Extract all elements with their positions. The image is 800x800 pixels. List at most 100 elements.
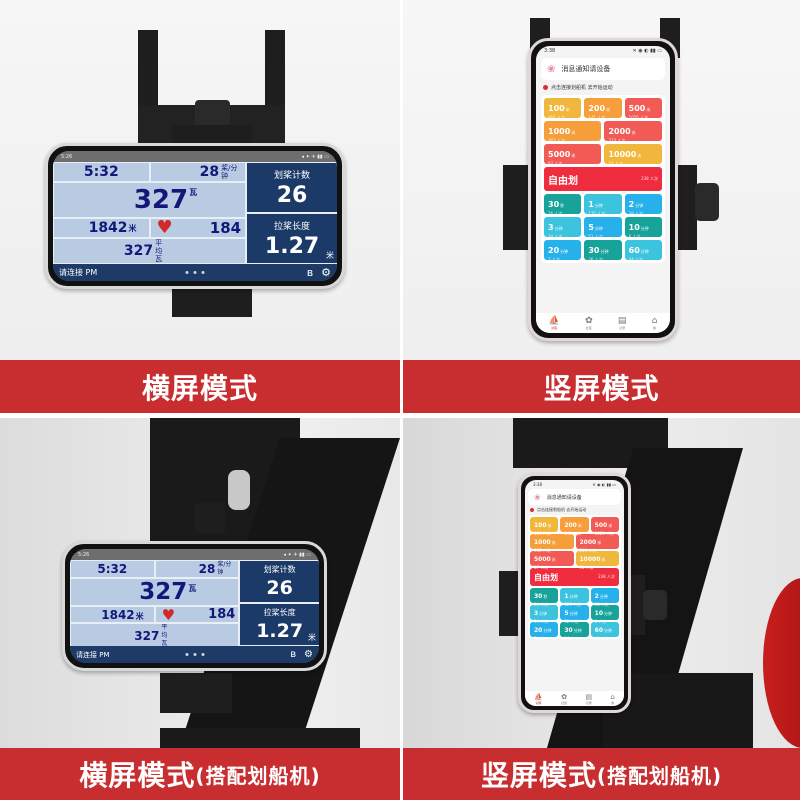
header-title: 消息通知请设备	[546, 494, 582, 501]
tile-value: 3	[548, 222, 554, 232]
workout-tile[interactable]: 自由划 238 人次	[544, 167, 662, 191]
tile-participants: 7 人次	[548, 256, 560, 262]
nav-item[interactable]: ▤ 记录	[618, 316, 627, 330]
workout-tile[interactable]: 5000米 87 人次	[544, 144, 602, 166]
stroke-rate: 28	[199, 164, 220, 181]
elapsed-time: 5:32	[83, 164, 119, 181]
tile-value: 10000	[608, 149, 637, 159]
avg-power-unit: 平均瓦	[161, 624, 168, 647]
settings-gear-icon[interactable]: ⚙	[321, 266, 331, 279]
workout-tile[interactable]: 10分钟 6 人次	[624, 217, 662, 239]
workout-tile[interactable]: 20分钟 7 人次	[544, 240, 582, 262]
tile-unit: 分钟	[560, 248, 569, 254]
tile-unit: 米	[601, 557, 606, 562]
heart-rate-cell: ♥ 184	[150, 217, 246, 238]
tile-unit: 分钟	[569, 611, 578, 616]
bluetooth-icon[interactable]: ʙ	[290, 649, 296, 660]
status-time: 5:26	[78, 551, 90, 558]
workout-tile[interactable]: 100米 464 人次	[544, 98, 582, 120]
tile-participants: 6 人次	[628, 233, 641, 239]
caption-landscape-mode: 横屏模式	[0, 360, 400, 413]
status-time: 5:26	[61, 153, 73, 160]
nav-item[interactable]: ⛵ 训练	[534, 693, 543, 705]
tile-participants: 38 人次	[594, 602, 610, 607]
bluetooth-icon[interactable]: ʙ	[307, 266, 313, 279]
workout-tile[interactable]: 1000米 362 人次	[544, 121, 602, 143]
rower-flywheel	[763, 578, 800, 748]
workout-tile[interactable]: 30分钟 26 人次	[584, 240, 622, 262]
tile-unit: 分钟	[600, 248, 609, 254]
tile-unit: 米	[646, 106, 651, 112]
tile-value: 30	[534, 593, 543, 600]
connection-status[interactable]: 请连接 PM	[59, 267, 97, 278]
portrait-screen: 3:38 ✕ ◉ ◐ ▮▮ ▭ ❀ 消息通知请设备 点击连接划船机 去开始运动 …	[536, 46, 670, 333]
workout-tile[interactable]: 30秒 26 人次	[544, 194, 582, 216]
nav-item[interactable]: ⛵ 训练	[549, 316, 560, 330]
nav-item[interactable]: ✿ 社区	[585, 316, 593, 330]
nav-label: 训练	[551, 326, 558, 330]
landscape-screen: 5:26 ◂ ✦ ✈ ▮▮ ▭ 5:32 28 桨/分钟 327 瓦 1842 …	[70, 549, 319, 663]
tile-participants: 26 人次	[534, 602, 549, 607]
nav-label: 训练	[535, 700, 542, 705]
device-header[interactable]: ❀ 消息通知请设备	[541, 58, 665, 80]
device-header[interactable]: ❀ 消息通知请设备	[528, 489, 621, 505]
settings-gear-icon[interactable]: ⚙	[304, 649, 313, 660]
page-indicator[interactable]	[185, 271, 205, 274]
workout-tile[interactable]: 2000米 213 人次	[604, 121, 662, 143]
heart-icon: ♥	[161, 605, 176, 624]
stroke-length-value: 1.27	[264, 233, 320, 259]
mount-bottom-grip	[172, 285, 252, 317]
workout-tile[interactable]: 10000米 54 人次	[604, 144, 662, 166]
nav-item[interactable]: ⌂ 我	[652, 316, 658, 330]
chart-icon: ▤	[617, 316, 627, 326]
status-icons: ✕ ◉ ◐ ▮▮ ▭	[592, 481, 616, 487]
nav-item[interactable]: ⌂ 我	[610, 693, 614, 705]
tile-participants: 26 人次	[588, 256, 603, 262]
header-title: 消息通知请设备	[561, 65, 611, 73]
workout-tile[interactable]: 2分钟 38 人次	[624, 194, 662, 216]
workout-tile[interactable]: 500米 1025 人次	[624, 98, 662, 120]
power-cell: 327 瓦	[71, 579, 239, 605]
tile-value: 5	[588, 222, 594, 232]
stroke-rate-cell: 28 桨/分钟	[155, 561, 239, 577]
tile-unit: 分钟	[569, 594, 578, 599]
tile-value: 2000	[608, 126, 631, 136]
tile-participants: 125 人次	[564, 602, 582, 607]
caption-portrait-rower: 竖屏模式 (搭配划船机)	[403, 748, 800, 800]
distance-value: 1842	[101, 607, 135, 622]
connection-notice: 点击连接划船机 去开始运动	[536, 82, 670, 93]
stroke-length-unit: 米	[308, 633, 316, 642]
workout-tile[interactable]: 5分钟 52 人次	[584, 217, 622, 239]
connection-status[interactable]: 请连接 PM	[76, 650, 110, 660]
status-icons: ◂ ✦ ✈ ▮▮ ▭	[283, 551, 311, 558]
caption-text: 横屏模式	[79, 759, 196, 792]
power-unit: 瓦	[189, 188, 198, 198]
tile-unit: 分钟	[554, 225, 563, 231]
nav-item[interactable]: ✿ 社区	[561, 693, 567, 705]
tile-value: 2	[594, 593, 599, 600]
tile-unit: 米	[551, 557, 556, 562]
portrait-phone: 3:38 ✕ ◉ ◐ ▮▮ ▭ ❀ 消息通知请设备 点击连接划船机 去开始运动 …	[518, 473, 631, 713]
tile-participants: 238 人次	[641, 176, 658, 181]
workout-tile[interactable]: 60分钟 44 人次	[624, 240, 662, 262]
tile-participants: 52 人次	[564, 619, 579, 624]
workout-tile[interactable]: 1分钟 125 人次	[584, 194, 622, 216]
tile-unit: 分钟	[543, 628, 552, 633]
tile-participants: 464 人次	[548, 114, 565, 120]
tile-unit: 米	[551, 540, 556, 545]
tile-value: 1	[588, 199, 594, 209]
tile-value: 20	[534, 627, 543, 634]
rowing-icon: ⛵	[534, 692, 543, 701]
tile-participants: 213 人次	[608, 137, 626, 143]
avg-power-value: 327	[134, 629, 160, 643]
stroke-length-cell: 拉桨长度 1.27 米	[247, 214, 337, 263]
caption-text: 竖屏模式	[543, 371, 660, 405]
tile-participants: 87 人次	[548, 160, 563, 166]
tile-value: 500	[628, 103, 646, 113]
nav-item[interactable]: ▤ 记录	[585, 693, 592, 705]
workout-tile[interactable]: 3分钟 34 人次	[544, 217, 582, 239]
mount-side-grip-right	[675, 165, 697, 250]
workout-tile[interactable]: 200米 141 人次	[584, 98, 622, 120]
app-logo-icon: ❀	[547, 63, 556, 75]
page-indicator[interactable]	[185, 653, 204, 656]
